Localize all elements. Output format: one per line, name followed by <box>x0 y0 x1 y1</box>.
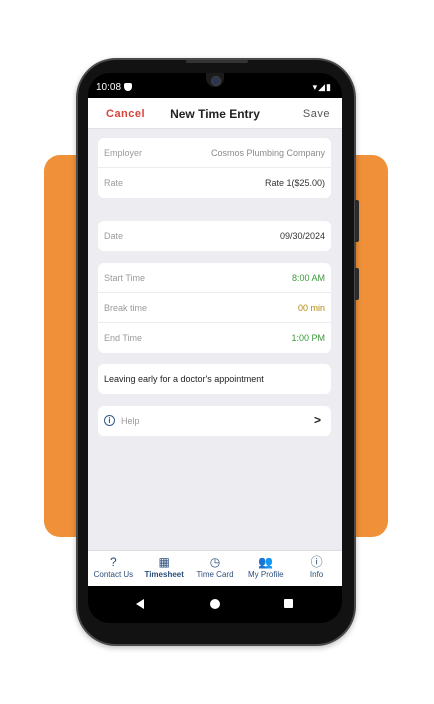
question-icon: ? <box>110 555 117 569</box>
shield-icon <box>124 83 132 91</box>
info-icon: i <box>104 415 115 426</box>
help-row[interactable]: i Help > <box>98 406 331 436</box>
system-navigation-bar <box>88 586 342 623</box>
recent-apps-icon[interactable] <box>284 599 293 608</box>
home-icon[interactable] <box>210 599 220 609</box>
date-value: 09/30/2024 <box>279 231 325 241</box>
app-content: Cancel New Time Entry Save Employer Cosm… <box>88 98 342 550</box>
tab-bar: ? Contact Us ▦ Timesheet ◷ Time Card 👥 M… <box>88 550 342 586</box>
tab-label: Contact Us <box>93 570 134 579</box>
start-time-label: Start Time <box>104 273 146 283</box>
break-time-row[interactable]: Break time 00 min <box>98 293 331 323</box>
phone-screen: 10:08 ▾◢▮ Cancel New Time Entry Save Emp… <box>88 73 342 623</box>
end-time-row[interactable]: End Time 1:00 PM <box>98 323 331 353</box>
tab-label: Time Card <box>196 570 234 579</box>
tab-contact-us[interactable]: ? Contact Us <box>88 551 139 586</box>
employer-value: Cosmos Plumbing Company <box>210 148 325 158</box>
back-icon[interactable] <box>136 599 144 609</box>
tab-info[interactable]: ⓘ Info <box>291 551 342 586</box>
date-label: Date <box>104 231 124 241</box>
end-time-value: 1:00 PM <box>291 333 325 343</box>
chevron-right-icon: > <box>313 413 321 427</box>
tab-timesheet[interactable]: ▦ Timesheet <box>139 551 190 586</box>
volume-button <box>355 200 359 242</box>
tab-my-profile[interactable]: 👥 My Profile <box>240 551 291 586</box>
help-label: Help <box>121 416 140 426</box>
rate-label: Rate <box>104 178 124 188</box>
status-time: 10:08 <box>96 82 122 93</box>
tab-label: Timesheet <box>144 570 184 579</box>
start-time-row[interactable]: Start Time 8:00 AM <box>98 263 331 293</box>
calendar-icon: ▦ <box>158 555 170 569</box>
people-icon: 👥 <box>258 555 274 569</box>
status-bar: 10:08 ▾◢▮ <box>88 79 342 97</box>
note-field[interactable]: Leaving early for a doctor's appointment <box>98 364 331 394</box>
tab-label: My Profile <box>248 570 284 579</box>
time-card: Start Time 8:00 AM Break time 00 min End… <box>98 263 331 353</box>
break-time-label: Break time <box>104 303 148 313</box>
start-time-value: 8:00 AM <box>291 273 325 283</box>
tab-time-card[interactable]: ◷ Time Card <box>190 551 241 586</box>
tab-label: Info <box>309 570 324 579</box>
phone-speaker <box>186 60 248 63</box>
note-card: Leaving early for a doctor's appointment <box>98 364 331 394</box>
rate-row[interactable]: Rate Rate 1($25.00) <box>98 168 331 198</box>
help-card: i Help > <box>98 406 331 436</box>
date-card: Date 09/30/2024 <box>98 221 331 251</box>
navigation-bar: Cancel New Time Entry Save <box>88 98 342 129</box>
employer-row[interactable]: Employer Cosmos Plumbing Company <box>98 138 331 168</box>
break-time-value: 00 min <box>297 303 325 313</box>
save-button[interactable]: Save <box>303 108 330 120</box>
stage: 10:08 ▾◢▮ Cancel New Time Entry Save Emp… <box>0 0 434 704</box>
date-row[interactable]: Date 09/30/2024 <box>98 221 331 251</box>
employer-rate-card: Employer Cosmos Plumbing Company Rate Ra… <box>98 138 331 198</box>
rate-value: Rate 1($25.00) <box>264 178 325 188</box>
end-time-label: End Time <box>104 333 143 343</box>
signal-battery-icon: ▾◢▮ <box>312 82 332 92</box>
info-circle-icon: ⓘ <box>310 555 323 569</box>
power-button <box>355 268 359 300</box>
employer-label: Employer <box>104 148 143 158</box>
alarm-clock-icon: ◷ <box>209 555 221 569</box>
